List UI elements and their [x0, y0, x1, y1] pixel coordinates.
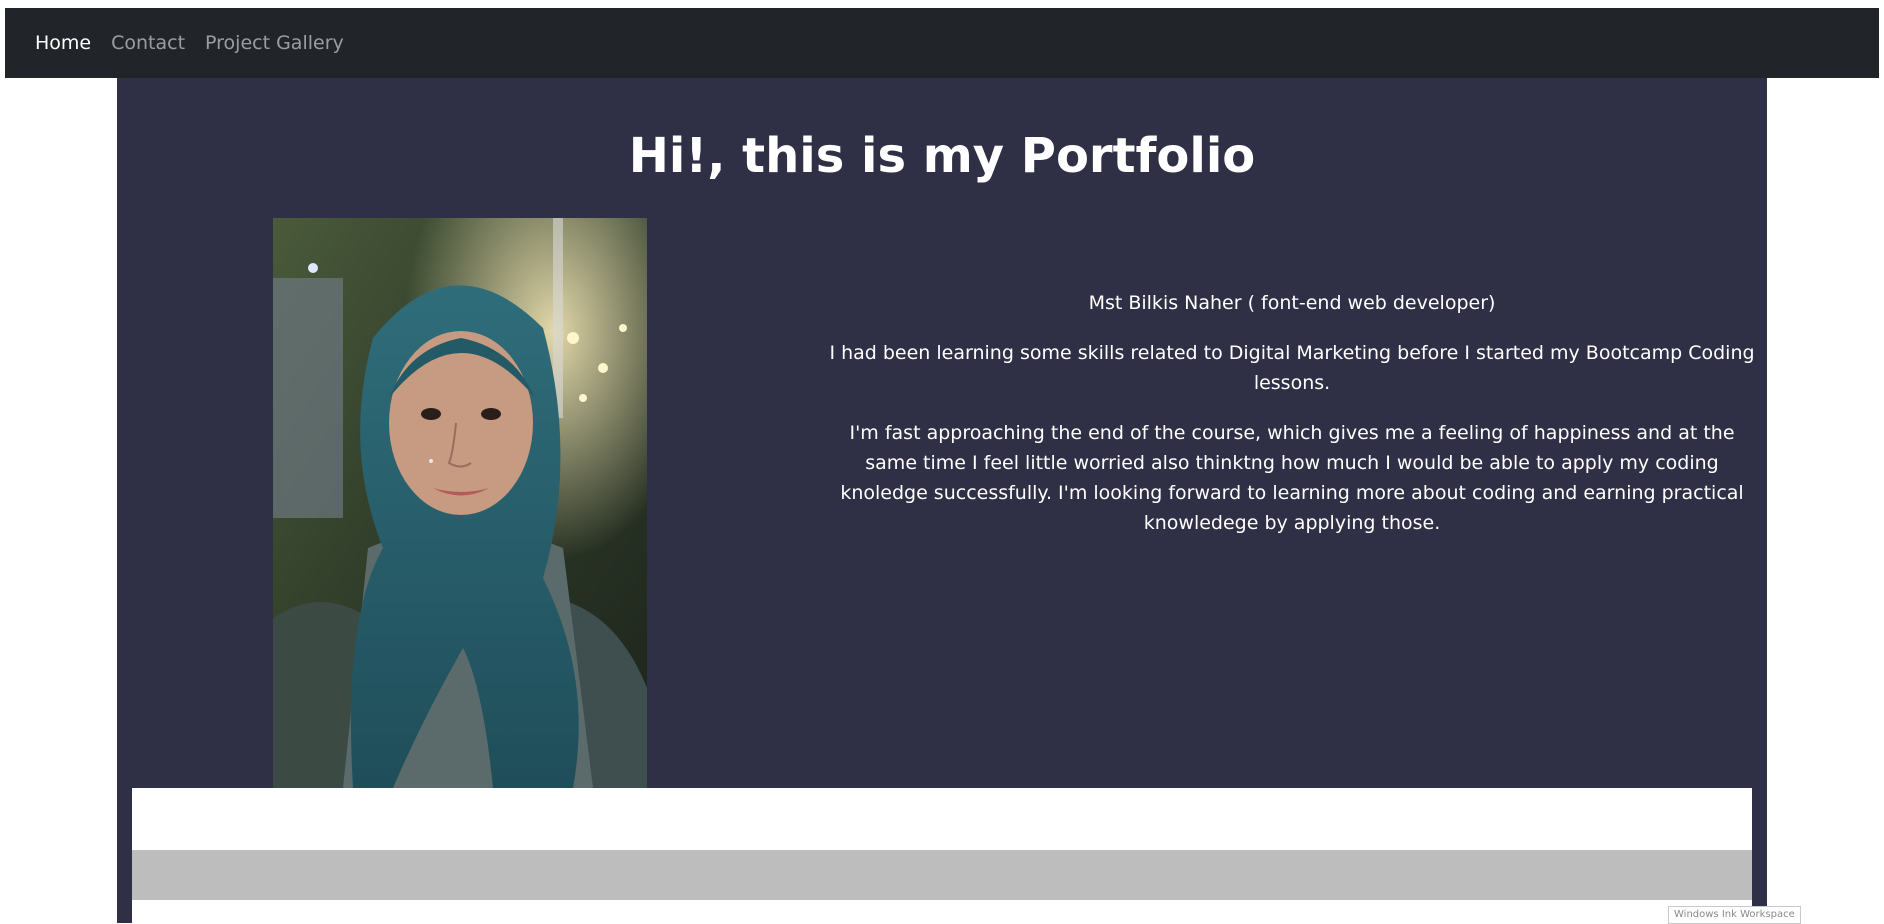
content-band-gray: [132, 850, 1752, 900]
bio-text: Mst Bilkis Naher ( font-end web develope…: [827, 288, 1757, 558]
content-band-white-bottom: [132, 900, 1752, 923]
bio-paragraph-1: I had been learning some skills related …: [829, 342, 1755, 394]
nav-link-contact[interactable]: Contact: [111, 32, 185, 54]
profile-photo: [273, 218, 647, 788]
page-title: Hi!, this is my Portfolio: [628, 128, 1256, 184]
top-navbar: Home Contact Project Gallery: [5, 8, 1879, 78]
bio-paragraph-2: I'm fast approaching the end of the cour…: [840, 422, 1744, 534]
nav-link-home[interactable]: Home: [35, 32, 91, 54]
developer-name: Mst Bilkis Naher ( font-end web develope…: [1088, 292, 1496, 314]
windows-ink-workspace-tooltip[interactable]: Windows Ink Workspace: [1668, 906, 1801, 924]
content-band-white: [132, 788, 1752, 850]
nav-link-project-gallery[interactable]: Project Gallery: [205, 32, 344, 54]
